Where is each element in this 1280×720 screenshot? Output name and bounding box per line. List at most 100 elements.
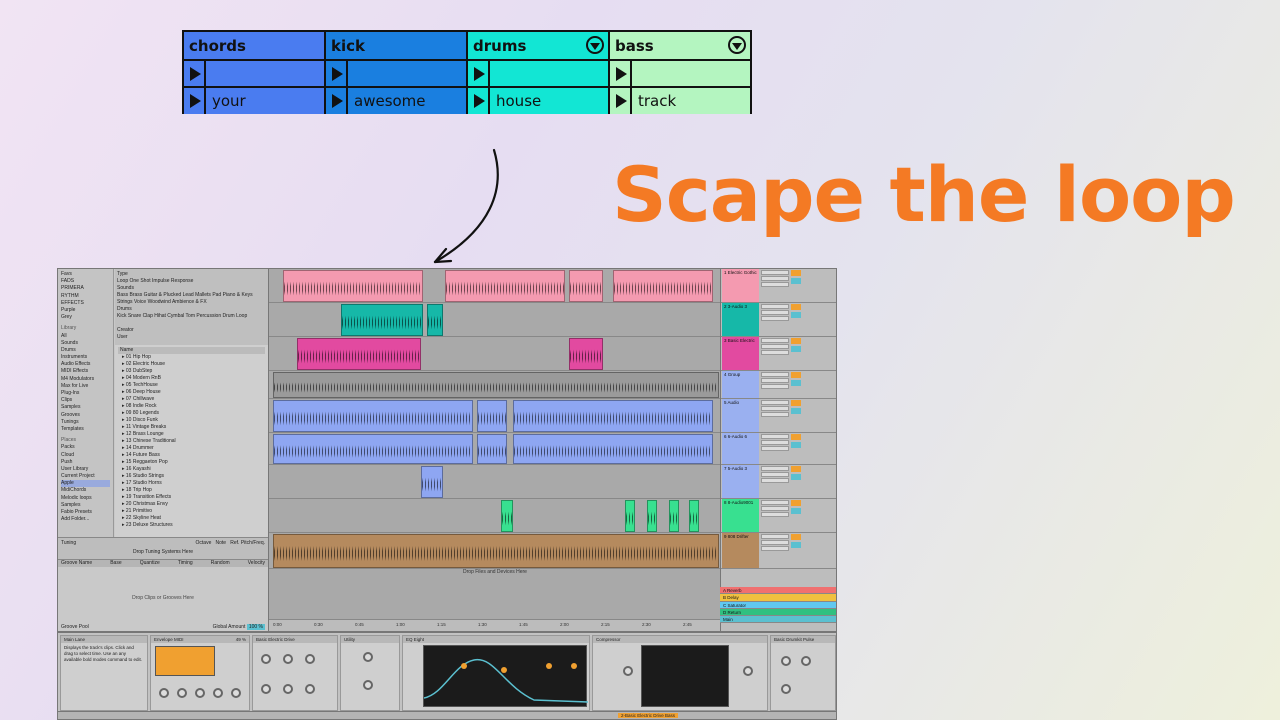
library-item[interactable]: Audio Effects (61, 361, 110, 368)
places-item[interactable]: Push (61, 459, 110, 466)
library-item[interactable]: Grooves (61, 412, 110, 419)
compressor-display[interactable] (641, 645, 729, 707)
library-item[interactable]: Samples (61, 404, 110, 411)
clip-slot[interactable]: your (184, 88, 324, 114)
folder-item[interactable]: ▸ 07 Chillwave (118, 396, 265, 403)
groove-column-header[interactable]: Random (211, 560, 230, 567)
filter-type-values[interactable]: Loop One Shot Impulse Response (117, 278, 266, 285)
collection-item[interactable]: Favs (61, 271, 110, 278)
arrangement-clip[interactable] (421, 466, 443, 498)
clip-slot[interactable] (184, 61, 324, 86)
mixer-track[interactable]: 2 3-Audio 3 (721, 303, 836, 337)
places-item[interactable]: MidiChords (61, 487, 110, 494)
library-item[interactable]: Plug-Ins (61, 390, 110, 397)
folder-item[interactable]: ▸ 16 Kayashi (118, 466, 265, 473)
library-item[interactable]: Clips (61, 397, 110, 404)
track-header[interactable]: bass (610, 32, 750, 59)
mixer-controls[interactable] (761, 466, 836, 499)
folder-item[interactable]: ▸ 10 Disco Funk (118, 417, 265, 424)
groove-column-header[interactable]: Groove Name (61, 560, 92, 567)
chevron-down-icon[interactable] (586, 36, 604, 54)
clip-slot[interactable]: house (468, 88, 608, 114)
play-icon[interactable] (326, 88, 348, 114)
play-icon[interactable] (326, 61, 348, 86)
folder-item[interactable]: ▸ 02 Electric House (118, 361, 265, 368)
folder-item[interactable]: ▸ 23 Deluxe Structures (118, 522, 265, 529)
envelope-display[interactable] (155, 646, 215, 676)
device-eq-eight[interactable]: EQ Eight (402, 635, 590, 711)
mixer-track[interactable]: 9 808 Drifter (721, 533, 836, 569)
mixer-controls[interactable] (761, 400, 836, 433)
folder-item[interactable]: ▸ 13 Chinese Traditional (118, 438, 265, 445)
return-track[interactable]: A Reverb (720, 587, 836, 595)
knob-icon[interactable] (261, 684, 271, 694)
track-lane[interactable] (269, 533, 721, 569)
play-icon[interactable] (184, 61, 206, 86)
track-lane[interactable] (269, 499, 721, 533)
arrangement-clip[interactable] (273, 372, 719, 398)
mixer-controls[interactable] (761, 270, 836, 303)
time-ruler[interactable]: 0:00 0:30 0:45 1:00 1:15 1:30 1:45 2:00 2:15 2:30… (269, 619, 721, 631)
places-item[interactable]: Fabio Presets (61, 509, 110, 516)
tuning-drop-zone[interactable]: Drop Tuning Systems Here (61, 549, 265, 555)
knob-icon[interactable] (743, 666, 753, 676)
track-lane[interactable] (269, 371, 721, 399)
folder-item[interactable]: ▸ 20 Christmas Envy (118, 501, 265, 508)
arrangement-clip[interactable] (513, 434, 713, 464)
folder-item[interactable]: ▸ 15 Reggaeton Pop (118, 459, 265, 466)
knob-icon[interactable] (781, 684, 791, 694)
play-icon[interactable] (184, 88, 206, 114)
eq-display[interactable] (423, 645, 589, 707)
clip-slot[interactable]: track (610, 88, 750, 114)
knob-icon[interactable] (177, 688, 187, 698)
mixer-track[interactable]: 7 5-Audio 3 (721, 465, 836, 499)
knob-icon[interactable] (363, 680, 373, 690)
folder-item[interactable]: ▸ 06 Deep House (118, 389, 265, 396)
knob-icon[interactable] (283, 654, 293, 664)
arrangement-clip[interactable] (273, 434, 473, 464)
arrangement-clip[interactable] (341, 304, 423, 336)
arrangement-clip[interactable] (613, 270, 713, 302)
collection-item[interactable]: RYTHM (61, 293, 110, 300)
library-item[interactable]: Instruments (61, 354, 110, 361)
filter-creator-value[interactable]: User (117, 334, 266, 341)
mixer-track-name[interactable]: 3 Basic Electric (722, 337, 759, 370)
arrangement-clip[interactable] (689, 500, 699, 532)
collection-item[interactable]: Grey (61, 314, 110, 321)
collection-item[interactable]: FADS (61, 278, 110, 285)
places-item[interactable]: Samples (61, 502, 110, 509)
knob-icon[interactable] (801, 656, 811, 666)
knob-icon[interactable] (363, 652, 373, 662)
return-track[interactable]: B Delay (720, 594, 836, 602)
mixer-controls[interactable] (761, 500, 836, 533)
play-icon[interactable] (468, 61, 490, 86)
return-track[interactable]: C Saturator (720, 601, 836, 609)
library-item[interactable]: Tunings (61, 419, 110, 426)
mixer-track[interactable]: 8 8-Audio9001 (721, 499, 836, 533)
mixer-track[interactable]: 5 Audio (721, 399, 836, 433)
places-item[interactable]: Add Folder... (61, 516, 110, 523)
groove-column-header[interactable]: Timing (178, 560, 193, 567)
folder-item[interactable]: ▸ 03 DubStep (118, 368, 265, 375)
folder-item[interactable]: ▸ 05 TechHouse (118, 382, 265, 389)
track-header[interactable]: chords (184, 32, 324, 59)
track-lane[interactable] (269, 303, 721, 337)
track-header[interactable]: drums (468, 32, 608, 59)
mixer-track-name[interactable]: 8 8-Audio9001 (722, 499, 759, 532)
track-header[interactable]: kick (326, 32, 466, 59)
arrangement-clip[interactable] (273, 400, 473, 432)
clip-slot[interactable]: awesome (326, 88, 466, 114)
places-item[interactable]: Apple (61, 480, 110, 488)
play-icon[interactable] (610, 88, 632, 114)
clip-slot[interactable] (468, 61, 608, 86)
collection-item[interactable]: PRIMERA (61, 285, 110, 292)
arrangement-clip[interactable] (501, 500, 513, 532)
places-item[interactable]: Packs (61, 444, 110, 451)
arrangement-clip[interactable] (569, 338, 603, 370)
folder-item[interactable]: ▸ 08 Indie Rock (118, 403, 265, 410)
device-basic-electric-drive[interactable]: Basic Electric Drive (252, 635, 338, 711)
arrangement-clip[interactable] (477, 400, 507, 432)
mixer-controls[interactable] (761, 304, 836, 337)
clip-slot[interactable] (326, 61, 466, 86)
folder-item[interactable]: ▸ 22 Skyline Heat (118, 515, 265, 522)
